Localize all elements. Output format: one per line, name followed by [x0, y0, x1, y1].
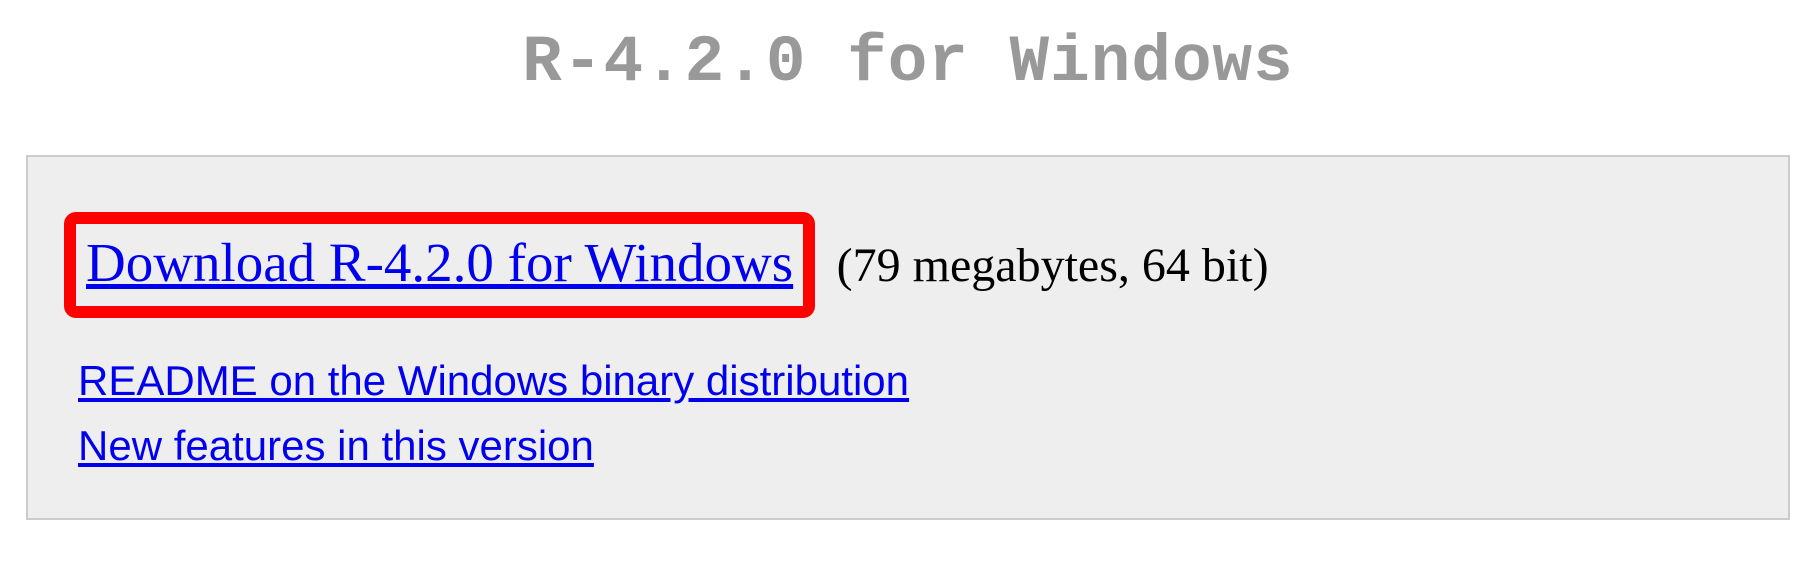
- download-link[interactable]: Download R-4.2.0 for Windows: [86, 232, 793, 293]
- content-wrapper: R-4.2.0 for Windows Download R-4.2.0 for…: [0, 25, 1816, 520]
- readme-link[interactable]: README on the Windows binary distributio…: [78, 357, 909, 404]
- download-line: Download R-4.2.0 for Windows (79 megabyt…: [78, 212, 1738, 318]
- secondary-links: README on the Windows binary distributio…: [78, 348, 1738, 478]
- page-title: R-4.2.0 for Windows: [20, 25, 1796, 100]
- download-meta: (79 megabytes, 64 bit): [837, 239, 1269, 292]
- features-link[interactable]: New features in this version: [78, 422, 594, 469]
- download-link-highlight: Download R-4.2.0 for Windows: [64, 212, 815, 318]
- download-box: Download R-4.2.0 for Windows (79 megabyt…: [26, 155, 1790, 520]
